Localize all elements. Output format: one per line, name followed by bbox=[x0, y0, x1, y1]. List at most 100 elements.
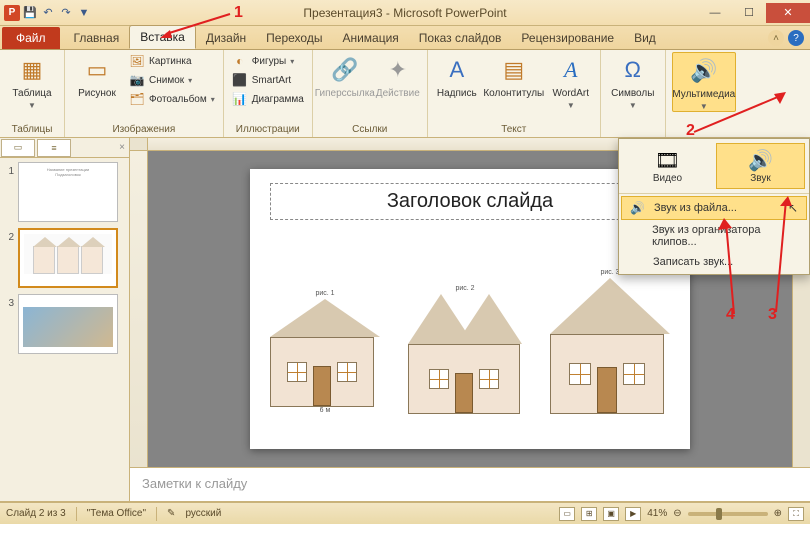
maximize-button[interactable]: ☐ bbox=[732, 3, 766, 23]
zoom-level[interactable]: 41% bbox=[647, 508, 667, 519]
minimize-button[interactable]: — bbox=[698, 3, 732, 23]
slide-title-placeholder[interactable]: Заголовок слайда bbox=[270, 183, 670, 220]
minimize-ribbon-icon[interactable]: ˄ bbox=[768, 30, 784, 46]
house-3: рис. 3 bbox=[550, 269, 670, 414]
help-icon[interactable]: ? bbox=[788, 30, 804, 46]
record-audio-item[interactable]: Записать звук... bbox=[621, 252, 807, 272]
wordart-button[interactable]: A WordArt ▼ bbox=[548, 52, 594, 110]
chart-button[interactable]: 📊Диаграмма bbox=[230, 90, 306, 108]
shapes-button[interactable]: ◐Фигуры▾ bbox=[230, 52, 306, 70]
audio-from-file-item[interactable]: 🔊 Звук из файла... ↖ bbox=[621, 196, 807, 220]
table-label: Таблица bbox=[12, 88, 51, 99]
media-dropdown: 🎞 Видео 🔊 Звук 🔊 Звук из файла... ↖ Звук… bbox=[618, 138, 810, 275]
thumb-row: 1 Название презентации Подзаголовок bbox=[4, 162, 125, 222]
cursor-icon: ↖ bbox=[788, 201, 798, 215]
group-tables: ▦ Таблица ▼ Таблицы bbox=[0, 50, 65, 137]
tab-slideshow[interactable]: Показ слайдов bbox=[409, 27, 512, 49]
action-label: Действие bbox=[376, 88, 420, 99]
language-indicator[interactable]: русский bbox=[185, 508, 221, 519]
close-button[interactable]: ✕ bbox=[766, 3, 810, 23]
fit-button[interactable]: ⛶ bbox=[788, 507, 804, 521]
hyperlink-label: Гиперссылка bbox=[315, 88, 375, 99]
reading-view-button[interactable]: ▣ bbox=[603, 507, 619, 521]
group-symbols-label bbox=[607, 122, 659, 137]
symbols-label: Символы bbox=[611, 88, 654, 99]
symbols-button[interactable]: Ω Символы ▼ bbox=[607, 52, 659, 110]
ruler-corner bbox=[130, 138, 148, 150]
title-bar: P 💾 ↶ ↷ ▼ Презентация3 - Microsoft Power… bbox=[0, 0, 810, 26]
thumb-number: 1 bbox=[4, 162, 14, 222]
video-label: Видео bbox=[653, 173, 682, 184]
window-title: Презентация3 - Microsoft PowerPoint bbox=[303, 6, 506, 20]
thumb-row: 3 bbox=[4, 294, 125, 354]
ribbon: ▦ Таблица ▼ Таблицы ▭ Рисунок 🖼Картинка … bbox=[0, 50, 810, 138]
camera-icon: 📷 bbox=[129, 72, 145, 88]
zoom-out-button[interactable]: ⊖ bbox=[673, 508, 681, 519]
app-icon: P bbox=[4, 5, 20, 21]
photoalbum-button[interactable]: 🗂Фотоальбом▾ bbox=[127, 90, 217, 108]
speaker-icon: 🔊 bbox=[688, 55, 720, 87]
hyperlink-button[interactable]: 🔗 Гиперссылка bbox=[319, 52, 371, 99]
sorter-view-button[interactable]: ⊞ bbox=[581, 507, 597, 521]
media-button[interactable]: 🔊 Мультимедиа ▼ bbox=[672, 52, 736, 112]
thumb-close-icon[interactable]: × bbox=[115, 142, 129, 153]
audio-label: Звук bbox=[750, 173, 771, 184]
theme-indicator: "Тема Office" bbox=[87, 508, 146, 519]
picture-button[interactable]: ▭ Рисунок bbox=[71, 52, 123, 99]
save-icon[interactable]: 💾 bbox=[22, 5, 38, 21]
slideshow-view-button[interactable]: ▶ bbox=[625, 507, 641, 521]
zoom-slider[interactable] bbox=[688, 512, 768, 516]
redo-icon[interactable]: ↷ bbox=[58, 5, 74, 21]
zoom-in-button[interactable]: ⊕ bbox=[774, 508, 782, 519]
link-icon: 🔗 bbox=[329, 54, 361, 86]
undo-icon[interactable]: ↶ bbox=[40, 5, 56, 21]
thumb-tab-outline[interactable]: ≡ bbox=[37, 139, 71, 157]
table-button[interactable]: ▦ Таблица ▼ bbox=[6, 52, 58, 110]
video-button[interactable]: 🎞 Видео bbox=[623, 143, 712, 189]
file-tab[interactable]: Файл bbox=[2, 27, 60, 49]
group-text-label: Текст bbox=[434, 122, 594, 137]
normal-view-button[interactable]: ▭ bbox=[559, 507, 575, 521]
group-symbols: Ω Символы ▼ bbox=[601, 50, 666, 137]
thumb-number: 2 bbox=[4, 228, 14, 288]
group-images: ▭ Рисунок 🖼Картинка 📷Снимок▾ 🗂Фотоальбом… bbox=[65, 50, 224, 137]
tab-view[interactable]: Вид bbox=[624, 27, 666, 49]
house-1: рис. 1 6 м bbox=[270, 290, 380, 414]
tab-review[interactable]: Рецензирование bbox=[511, 27, 624, 49]
headerfooter-icon: ▤ bbox=[498, 54, 530, 86]
qat-dropdown-icon[interactable]: ▼ bbox=[76, 5, 92, 21]
smartart-button[interactable]: ⬛SmartArt bbox=[230, 71, 306, 89]
action-button[interactable]: ✦ Действие bbox=[375, 52, 421, 99]
notes-pane[interactable]: Заметки к слайду bbox=[130, 467, 810, 501]
omega-icon: Ω bbox=[617, 54, 649, 86]
thumbnail-3[interactable] bbox=[18, 294, 118, 354]
status-bar: Слайд 2 из 3 "Тема Office" ✎ русский ▭ ⊞… bbox=[0, 502, 810, 524]
thumb-row: 2 bbox=[4, 228, 125, 288]
caption: рис. 2 bbox=[455, 285, 474, 292]
group-links: 🔗 Гиперссылка ✦ Действие Ссылки bbox=[313, 50, 428, 137]
textbox-button[interactable]: A Надпись bbox=[434, 52, 480, 99]
group-text: A Надпись ▤ Колонтитулы A WordArt ▼ Текс… bbox=[428, 50, 601, 137]
tab-animation[interactable]: Анимация bbox=[332, 27, 408, 49]
vertical-ruler[interactable] bbox=[130, 151, 148, 467]
thumbnail-1[interactable]: Название презентации Подзаголовок bbox=[18, 162, 118, 222]
thumbnail-2[interactable] bbox=[18, 228, 118, 288]
group-media-label bbox=[672, 122, 736, 137]
clipart-icon: 🖼 bbox=[129, 53, 145, 69]
tab-home[interactable]: Главная bbox=[64, 27, 130, 49]
tab-insert[interactable]: Вставка bbox=[129, 25, 196, 49]
chart-icon: 📊 bbox=[232, 91, 248, 107]
audio-button[interactable]: 🔊 Звук bbox=[716, 143, 805, 189]
thumb-tab-slides[interactable]: ▭ bbox=[1, 139, 35, 157]
spellcheck-icon[interactable]: ✎ bbox=[167, 508, 175, 519]
tab-design[interactable]: Дизайн bbox=[196, 27, 256, 49]
album-icon: 🗂 bbox=[129, 91, 145, 107]
thumbnails: 1 Название презентации Подзаголовок 2 3 bbox=[0, 158, 129, 501]
table-icon: ▦ bbox=[16, 54, 48, 86]
tab-transitions[interactable]: Переходы bbox=[256, 27, 332, 49]
headerfooter-button[interactable]: ▤ Колонтитулы bbox=[484, 52, 544, 99]
clipart-button[interactable]: 🖼Картинка bbox=[127, 52, 217, 70]
audio-from-organizer-item[interactable]: Звук из организатора клипов... bbox=[621, 220, 807, 252]
screenshot-button[interactable]: 📷Снимок▾ bbox=[127, 71, 217, 89]
speaker-icon: 🔊 bbox=[748, 148, 773, 173]
